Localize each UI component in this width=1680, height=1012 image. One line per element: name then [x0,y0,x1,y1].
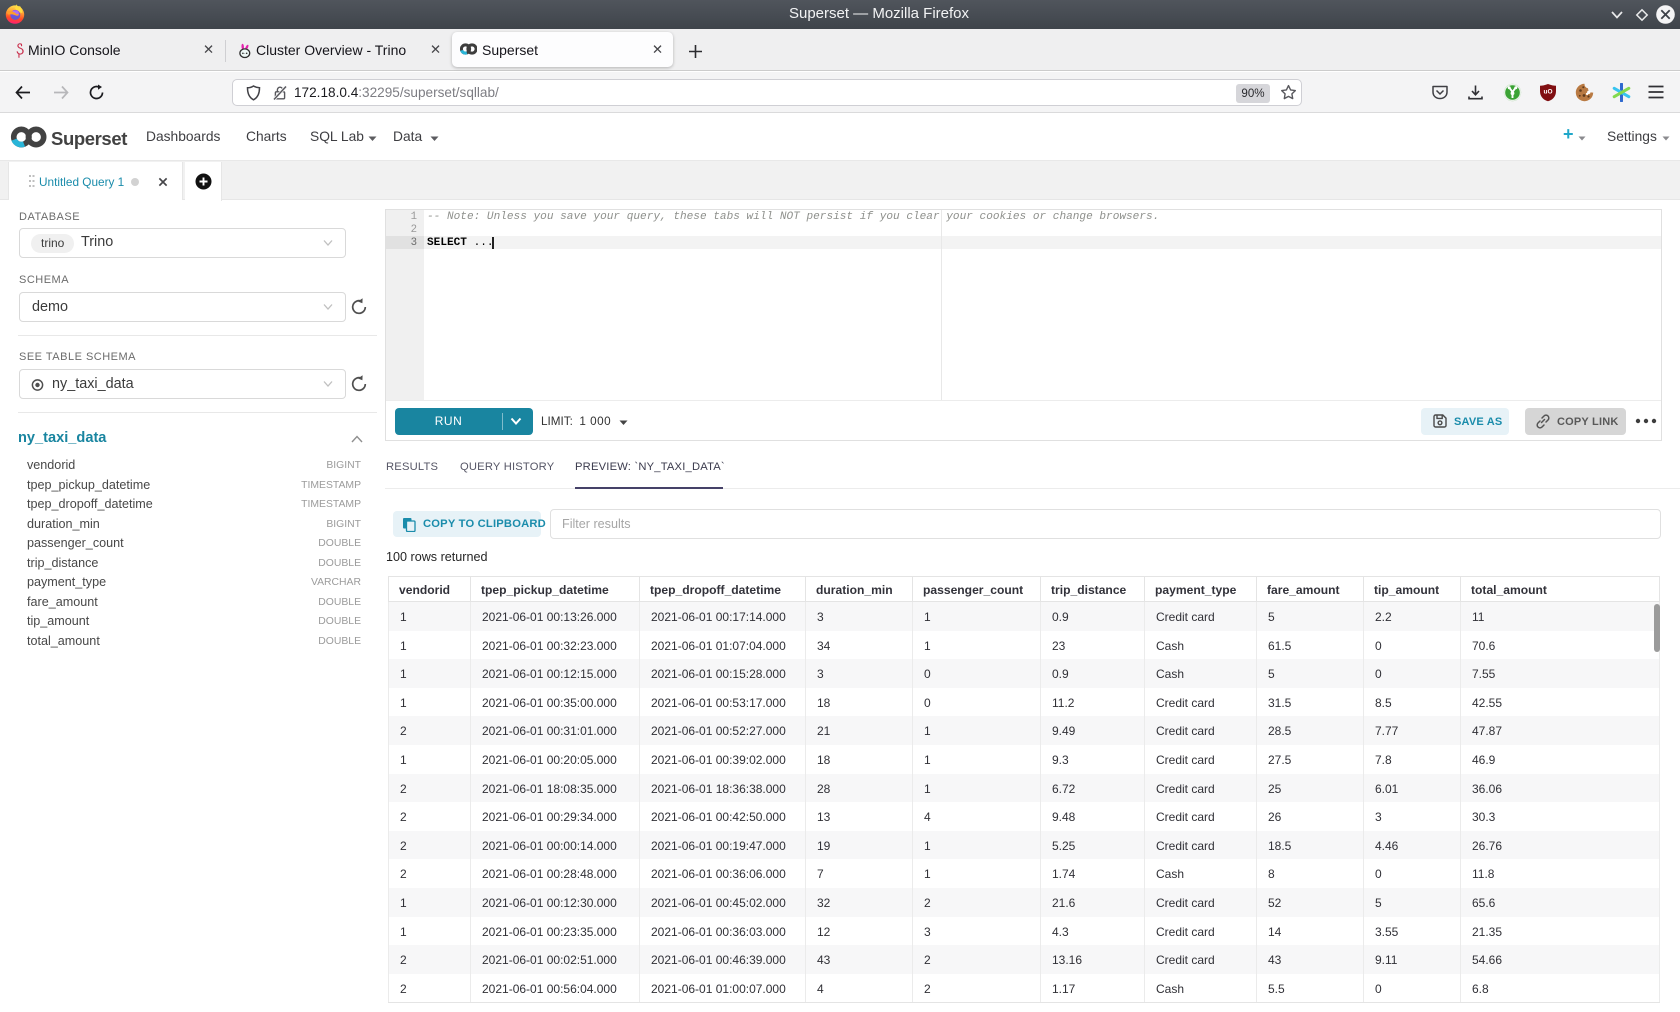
svg-text:uO: uO [1543,89,1552,96]
